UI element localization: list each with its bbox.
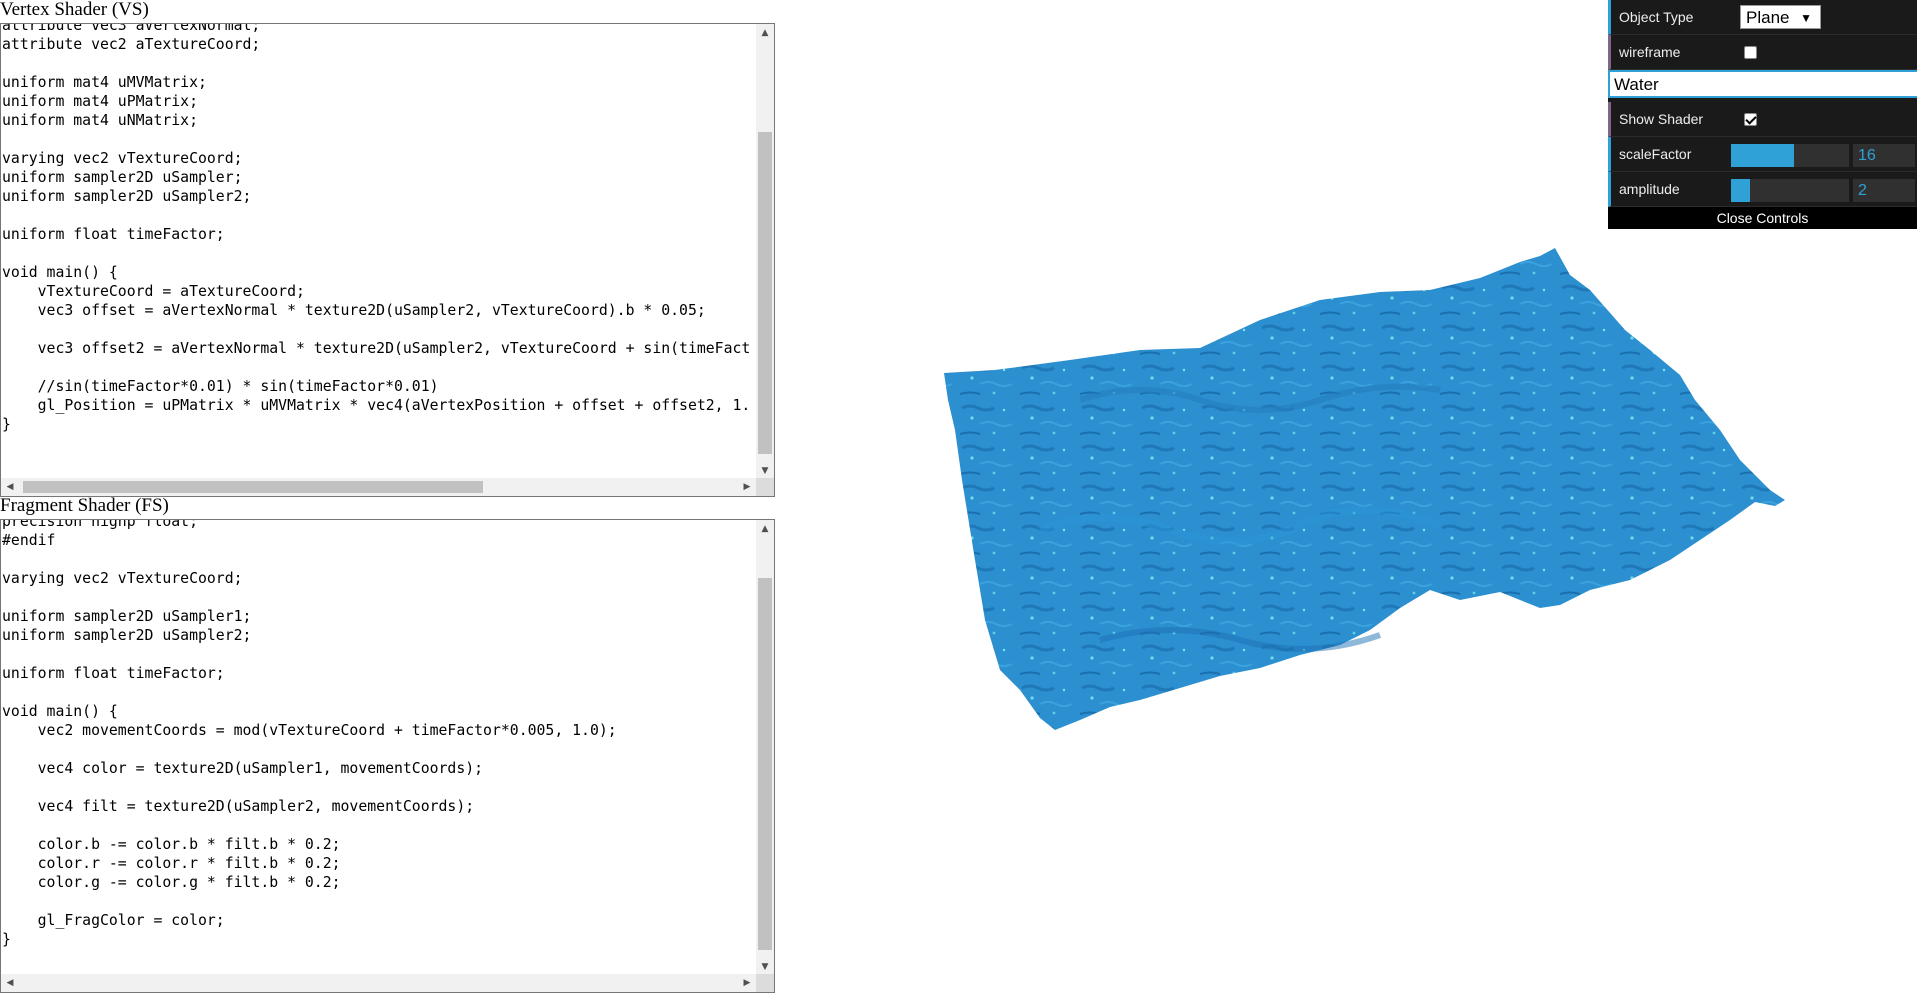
amplitude-input[interactable]: 2 — [1853, 179, 1915, 202]
amplitude-slider-fill — [1731, 179, 1750, 202]
water-folder-label: Water — [1614, 75, 1659, 94]
scale-factor-row: scaleFactor 16 — [1608, 137, 1917, 172]
scroll-left-arrow-icon[interactable]: ◀ — [1, 478, 19, 496]
scroll-corner — [756, 974, 774, 992]
show-shader-checkbox[interactable] — [1744, 113, 1757, 126]
amplitude-row: amplitude 2 — [1608, 172, 1917, 207]
fragment-shader-code[interactable]: precision highp float; #endif varying ve… — [2, 520, 756, 968]
scroll-right-arrow-icon[interactable]: ▶ — [738, 478, 756, 496]
scale-factor-slider[interactable] — [1731, 144, 1849, 167]
fragment-shader-editor[interactable]: precision highp float; #endif varying ve… — [0, 519, 775, 993]
object-type-select[interactable]: Plane ▼ — [1740, 5, 1821, 29]
webgl-canvas[interactable] — [780, 200, 1880, 760]
scroll-left-arrow-icon[interactable]: ◀ — [1, 974, 19, 992]
scroll-up-arrow-icon[interactable]: ▲ — [756, 520, 774, 538]
amplitude-slider[interactable] — [1731, 179, 1849, 202]
water-folder-title[interactable]: Water — [1608, 70, 1917, 98]
scale-factor-slider-fill — [1731, 144, 1794, 167]
water-plane — [944, 248, 1785, 730]
scroll-up-arrow-icon[interactable]: ▲ — [756, 24, 774, 42]
scroll-corner — [756, 478, 774, 496]
vscroll-thumb[interactable] — [758, 132, 772, 454]
object-type-label: Object Type — [1619, 9, 1694, 25]
wireframe-checkbox[interactable] — [1744, 46, 1757, 59]
vertex-shader-editor[interactable]: attribute vec3 aVertexNormal; attribute … — [0, 23, 775, 497]
scroll-right-arrow-icon[interactable]: ▶ — [738, 974, 756, 992]
scale-factor-label: scaleFactor — [1619, 146, 1692, 162]
show-shader-label: Show Shader — [1619, 111, 1704, 127]
wireframe-label: wireframe — [1619, 44, 1681, 60]
dropdown-caret-icon: ▼ — [1800, 11, 1812, 25]
object-type-row: Object Type Plane ▼ — [1608, 0, 1917, 35]
hscroll-thumb[interactable] — [23, 481, 483, 493]
vertex-shader-hscroll[interactable]: ◀ ▶ — [1, 478, 756, 496]
wireframe-row[interactable]: wireframe — [1608, 35, 1917, 70]
fragment-shader-hscroll[interactable]: ◀ ▶ — [1, 974, 756, 992]
scale-factor-input[interactable]: 16 — [1853, 144, 1915, 167]
controls-panel: Object Type Plane ▼ wireframe Water Show… — [1608, 0, 1917, 229]
vertex-shader-vscroll[interactable]: ▲ ▼ — [756, 24, 774, 480]
object-type-value: Plane — [1746, 8, 1790, 27]
fragment-shader-label: Fragment Shader (FS) — [0, 495, 169, 516]
vertex-shader-code[interactable]: attribute vec3 aVertexNormal; attribute … — [2, 24, 756, 472]
fragment-shader-vscroll[interactable]: ▲ ▼ — [756, 520, 774, 976]
amplitude-label: amplitude — [1619, 181, 1680, 197]
vertex-shader-label: Vertex Shader (VS) — [0, 0, 149, 20]
show-shader-row[interactable]: Show Shader — [1608, 102, 1917, 137]
vscroll-thumb[interactable] — [758, 578, 772, 950]
close-controls-button[interactable]: Close Controls — [1608, 207, 1917, 229]
